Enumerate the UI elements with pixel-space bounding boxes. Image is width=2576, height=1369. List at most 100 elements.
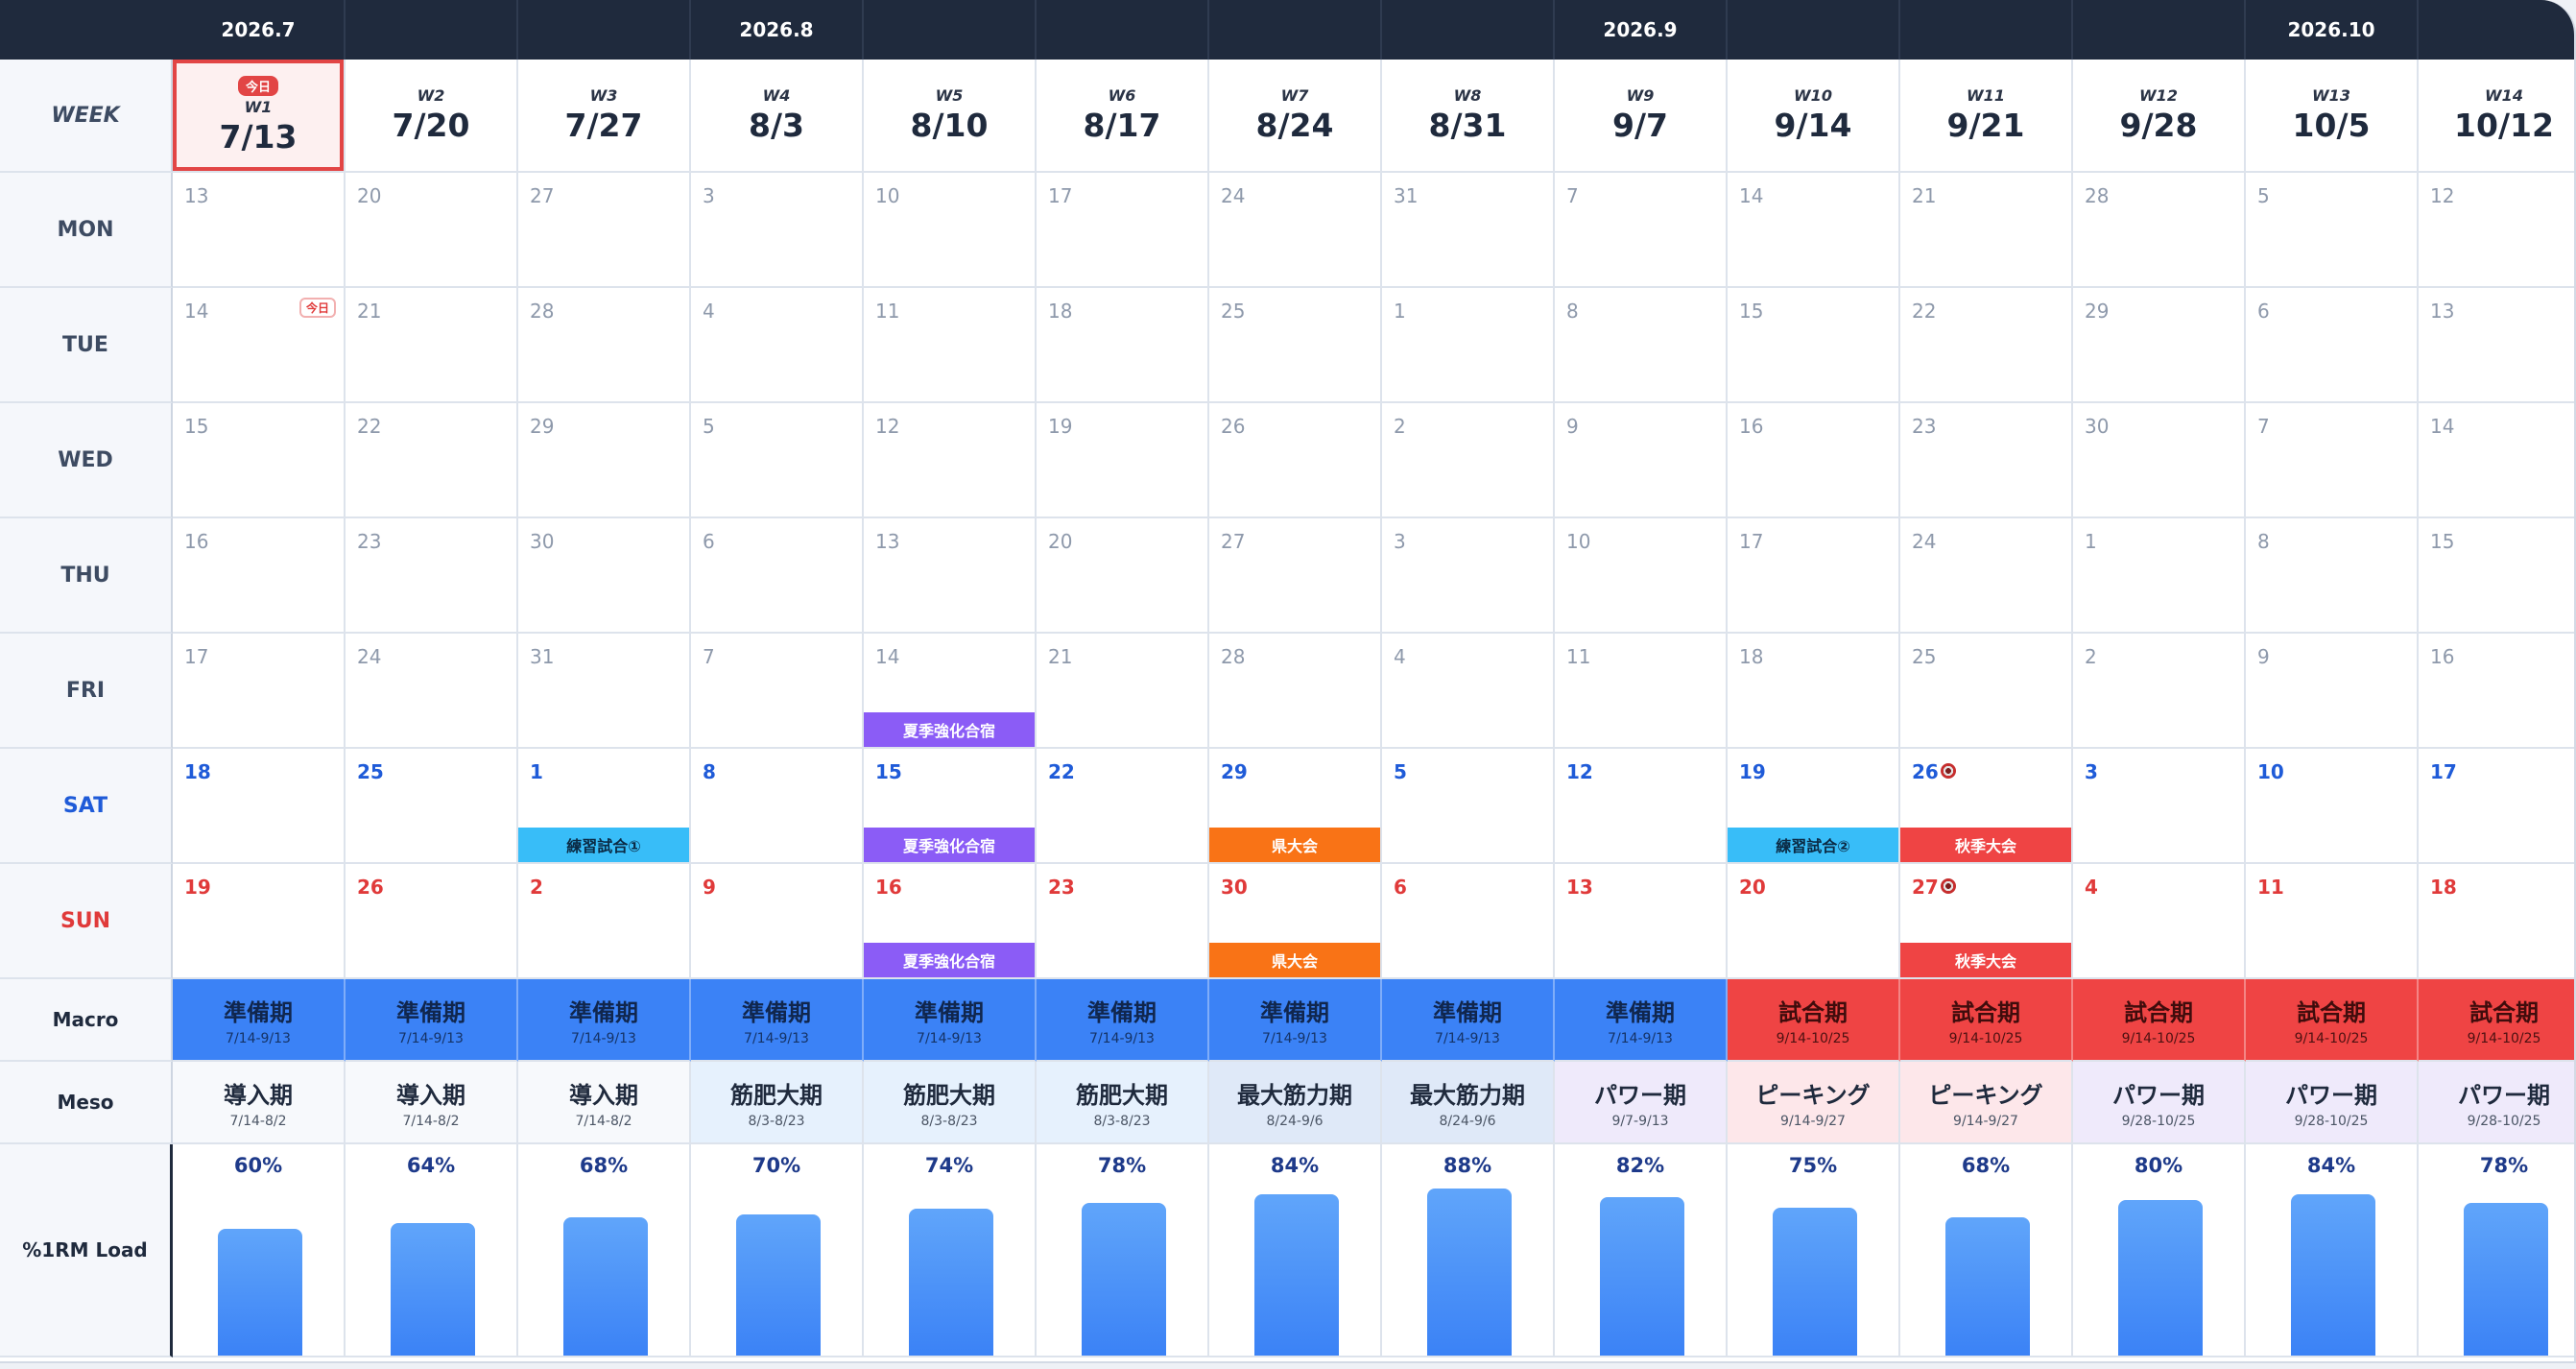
day-cell[interactable]: 1 [2073,518,2246,634]
day-cell[interactable]: 11 [2246,864,2419,979]
day-cell[interactable]: 18 [1728,634,1900,749]
day-cell[interactable]: 18 [1037,288,1209,403]
day-cell[interactable]: 28 [1209,634,1382,749]
meso-phase-cell[interactable]: 筋肥大期 8/3-8/23 [864,1062,1037,1144]
event-block[interactable]: 秋季大会 [1900,943,2071,977]
day-cell[interactable]: 28 [2073,173,2246,288]
day-cell[interactable]: 17 [173,634,346,749]
day-cell[interactable]: 10 [864,173,1037,288]
day-cell[interactable]: 14 [2419,403,2574,518]
day-cell[interactable]: 22 [1037,749,1209,864]
meso-phase-cell[interactable]: 導入期 7/14-8/2 [518,1062,691,1144]
event-block[interactable]: 練習試合① [518,828,689,862]
day-cell[interactable]: 25 [346,749,518,864]
day-cell[interactable]: 1 [1382,288,1555,403]
meso-phase-cell[interactable]: 筋肥大期 8/3-8/23 [1037,1062,1209,1144]
event-block[interactable]: 秋季大会 [1900,828,2071,862]
meso-phase-cell[interactable]: 導入期 7/14-8/2 [346,1062,518,1144]
week-header-w6[interactable]: W6 8/17 [1037,60,1209,173]
week-header-w7[interactable]: W7 8/24 [1209,60,1382,173]
macro-phase-cell[interactable]: 試合期 9/14-10/25 [1900,979,2073,1062]
meso-phase-cell[interactable]: パワー期 9/28-10/25 [2419,1062,2574,1144]
day-cell[interactable]: 27 [518,173,691,288]
day-cell[interactable]: 13 [173,173,346,288]
day-cell[interactable]: 15 [2419,518,2574,634]
day-cell[interactable]: 16 [173,518,346,634]
day-cell[interactable]: 29 [518,403,691,518]
event-block[interactable]: 夏季強化合宿 [864,712,1035,747]
week-header-w13[interactable]: W13 10/5 [2246,60,2419,173]
day-cell[interactable]: 12 [2419,173,2574,288]
meso-phase-cell[interactable]: パワー期 9/7-9/13 [1555,1062,1728,1144]
day-cell[interactable]: 24 [1900,518,2073,634]
day-cell[interactable]: 13 [1555,864,1728,979]
day-cell[interactable]: 3 [2073,749,2246,864]
day-cell[interactable]: 5 [2246,173,2419,288]
day-cell[interactable]: 21 [1037,634,1209,749]
day-cell[interactable]: 21 [346,288,518,403]
day-cell[interactable]: 7 [1555,173,1728,288]
day-cell[interactable]: 29 [2073,288,2246,403]
day-cell[interactable]: 22 [1900,288,2073,403]
day-cell[interactable]: 2 [2073,634,2246,749]
day-cell[interactable]: 21 [1900,173,2073,288]
day-cell[interactable]: 8 [2246,518,2419,634]
day-cell[interactable]: 25 [1209,288,1382,403]
week-header-w1[interactable]: 今日 W1 7/13 [173,60,346,173]
day-cell[interactable]: 20 [1728,864,1900,979]
day-cell[interactable]: 14 夏季強化合宿 [864,634,1037,749]
week-header-w2[interactable]: W2 7/20 [346,60,518,173]
day-cell[interactable]: 27 秋季大会 [1900,864,2073,979]
meso-phase-cell[interactable]: 導入期 7/14-8/2 [173,1062,346,1144]
macro-phase-cell[interactable]: 準備期 7/14-9/13 [518,979,691,1062]
day-cell[interactable]: 23 [346,518,518,634]
macro-phase-cell[interactable]: 試合期 9/14-10/25 [2246,979,2419,1062]
week-header-w4[interactable]: W4 8/3 [691,60,864,173]
day-cell[interactable]: 28 [518,288,691,403]
macro-phase-cell[interactable]: 準備期 7/14-9/13 [1037,979,1209,1062]
day-cell[interactable]: 18 [2419,864,2574,979]
day-cell[interactable]: 4 [2073,864,2246,979]
day-cell[interactable]: 6 [2246,288,2419,403]
macro-phase-cell[interactable]: 準備期 7/14-9/13 [346,979,518,1062]
day-cell[interactable]: 15 [1728,288,1900,403]
day-cell[interactable]: 14 [1728,173,1900,288]
day-cell[interactable]: 19 [1037,403,1209,518]
day-cell[interactable]: 2 [518,864,691,979]
macro-phase-cell[interactable]: 準備期 7/14-9/13 [1555,979,1728,1062]
day-cell[interactable]: 2 [1382,403,1555,518]
meso-phase-cell[interactable]: 最大筋力期 8/24-9/6 [1209,1062,1382,1144]
week-header-w3[interactable]: W3 7/27 [518,60,691,173]
meso-phase-cell[interactable]: ピーキング 9/14-9/27 [1900,1062,2073,1144]
macro-phase-cell[interactable]: 試合期 9/14-10/25 [2419,979,2574,1062]
meso-phase-cell[interactable]: ピーキング 9/14-9/27 [1728,1062,1900,1144]
event-block[interactable]: 県大会 [1209,943,1380,977]
macro-phase-cell[interactable]: 準備期 7/14-9/13 [691,979,864,1062]
day-cell[interactable]: 20 [1037,518,1209,634]
week-header-w10[interactable]: W10 9/14 [1728,60,1900,173]
day-cell[interactable]: 11 [864,288,1037,403]
macro-phase-cell[interactable]: 準備期 7/14-9/13 [1382,979,1555,1062]
day-cell[interactable]: 16 [2419,634,2574,749]
week-header-w9[interactable]: W9 9/7 [1555,60,1728,173]
day-cell[interactable]: 13 [864,518,1037,634]
day-cell[interactable]: 8 [1555,288,1728,403]
day-cell[interactable]: 9 [1555,403,1728,518]
day-cell[interactable]: 22 [346,403,518,518]
day-cell[interactable]: 10 [1555,518,1728,634]
day-cell[interactable]: 13 [2419,288,2574,403]
day-cell[interactable]: 1 練習試合① [518,749,691,864]
day-cell[interactable]: 7 [2246,403,2419,518]
macro-phase-cell[interactable]: 試合期 9/14-10/25 [1728,979,1900,1062]
day-cell[interactable]: 4 [1382,634,1555,749]
day-cell[interactable]: 23 [1900,403,2073,518]
day-cell[interactable]: 17 [2419,749,2574,864]
day-cell[interactable]: 26 [346,864,518,979]
event-block[interactable]: 県大会 [1209,828,1380,862]
day-cell[interactable]: 9 [2246,634,2419,749]
day-cell[interactable]: 8 [691,749,864,864]
day-cell[interactable]: 26 秋季大会 [1900,749,2073,864]
day-cell[interactable]: 10 [2246,749,2419,864]
day-cell[interactable]: 19 練習試合② [1728,749,1900,864]
day-cell[interactable]: 18 [173,749,346,864]
